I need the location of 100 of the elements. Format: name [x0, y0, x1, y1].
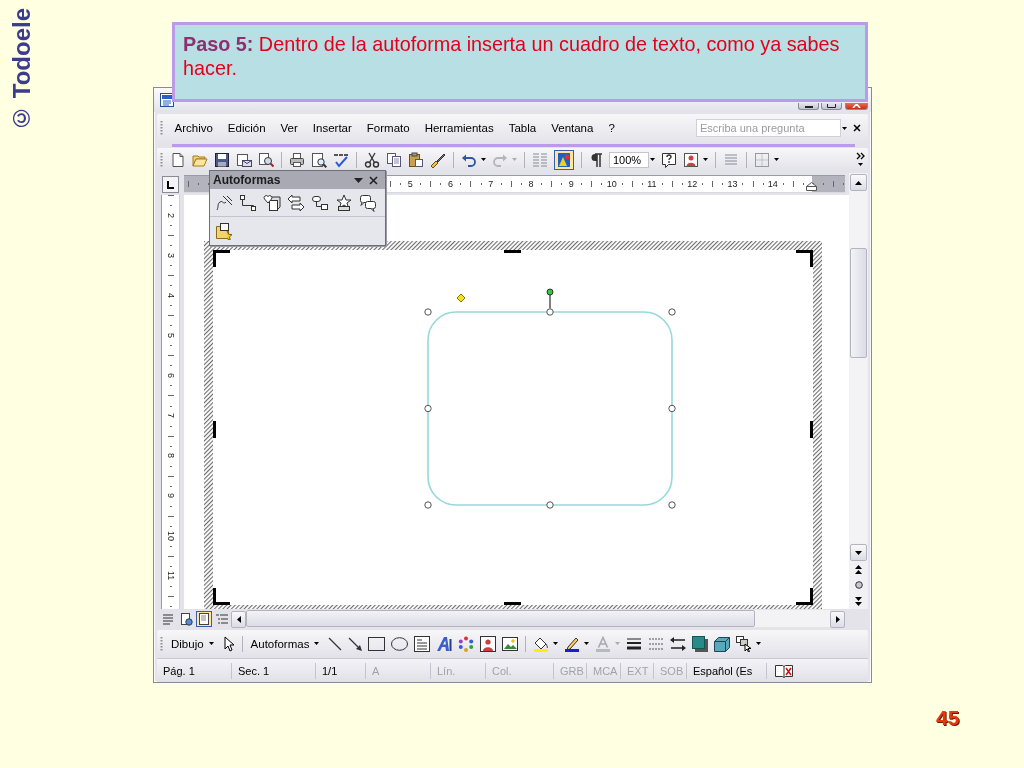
cube-icon[interactable] [714, 635, 731, 652]
help-icon[interactable] [661, 151, 677, 168]
resize-handle-icon[interactable] [424, 404, 432, 413]
shapes-folder-icon[interactable] [215, 221, 233, 240]
scroll-left-button[interactable] [231, 610, 246, 628]
line-icon[interactable] [328, 636, 343, 651]
flowchart-icon[interactable] [311, 193, 329, 212]
circle-icon[interactable] [854, 581, 863, 589]
menu-item[interactable]: Formato [359, 120, 418, 136]
menu-item[interactable]: Archivo [167, 120, 221, 136]
speech-balloons-icon[interactable] [359, 193, 377, 212]
maximize-icon[interactable] [827, 104, 836, 108]
left-arrow-icon[interactable] [236, 615, 241, 623]
scroll-right-button[interactable] [830, 610, 845, 628]
right-arrow-icon[interactable] [835, 615, 840, 623]
caret-icon[interactable] [584, 642, 590, 645]
book-icon[interactable] [775, 663, 793, 678]
draw-menu-button[interactable]: Dibujo [167, 635, 220, 652]
resize-handle-icon[interactable] [546, 308, 554, 316]
magnifier-document-icon[interactable] [258, 151, 274, 168]
document-envelope-icon[interactable] [236, 151, 252, 168]
zoom-field[interactable]: 100% [609, 151, 649, 168]
resize-handle-icon[interactable] [424, 308, 432, 316]
side-handle-icon[interactable] [504, 602, 521, 605]
side-handle-icon[interactable] [213, 421, 216, 438]
landscape-picture-icon[interactable] [502, 635, 519, 652]
menu-item[interactable]: Herramientas [417, 120, 502, 136]
printer-icon[interactable] [289, 151, 305, 168]
corner-handle-icon[interactable] [213, 588, 230, 605]
scissors-icon[interactable] [364, 151, 380, 168]
pilcrow-icon[interactable] [589, 151, 603, 168]
caret-icon[interactable] [314, 642, 320, 645]
help-search-field[interactable]: Escriba una pregunta [696, 119, 841, 137]
scribble-lines-icon[interactable] [215, 193, 233, 212]
connector-icon[interactable] [239, 193, 257, 212]
figure-frame-icon[interactable] [480, 635, 497, 652]
line-style-icon[interactable] [626, 636, 643, 651]
caret-icon[interactable] [774, 158, 779, 161]
page-globe-icon[interactable] [178, 610, 194, 627]
cursor-shapes-icon[interactable] [736, 635, 753, 652]
corner-handle-icon[interactable] [796, 588, 813, 605]
clipboard-icon[interactable] [408, 151, 424, 168]
page-icon[interactable] [196, 610, 212, 627]
close-icon[interactable] [369, 175, 378, 185]
document-app-icon[interactable] [160, 93, 174, 107]
pen-icon[interactable] [564, 635, 581, 652]
pointer-arrow-icon[interactable] [222, 635, 235, 652]
rectangle-icon[interactable] [368, 636, 386, 651]
arrow-icon[interactable] [348, 636, 363, 651]
left-tab-icon[interactable] [162, 175, 179, 193]
resize-handle-icon[interactable] [668, 404, 676, 413]
grip-icon[interactable] [160, 635, 163, 652]
resize-handle-icon[interactable] [424, 501, 432, 509]
caret-icon[interactable] [756, 642, 762, 645]
double-arrow-icon[interactable] [670, 636, 687, 651]
menu-item[interactable]: Ventana [543, 120, 601, 136]
slanted-letter-icon[interactable] [436, 635, 453, 652]
shapes-palette-icon[interactable] [554, 149, 574, 170]
rotate-handle-icon[interactable] [546, 288, 554, 309]
oval-icon[interactable] [391, 636, 409, 651]
double-down-arrow-icon[interactable] [855, 596, 862, 606]
paint-bucket-icon[interactable] [533, 635, 550, 652]
two-pages-icon[interactable] [386, 151, 402, 168]
caret-icon[interactable] [703, 158, 708, 161]
close-button[interactable] [845, 103, 868, 110]
caret-icon[interactable] [208, 642, 214, 645]
down-arrow-icon[interactable] [855, 550, 862, 555]
menu-item[interactable]: Edición [220, 120, 274, 136]
corner-handle-icon[interactable] [213, 250, 230, 267]
check-mark-icon[interactable] [333, 151, 349, 168]
autoshapes-menu-button[interactable]: Autoformas [246, 635, 326, 652]
scrollbar-thumb[interactable] [850, 248, 867, 358]
side-handle-icon[interactable] [810, 421, 813, 438]
side-handle-icon[interactable] [504, 250, 521, 253]
menu-item[interactable]: Insertar [305, 120, 360, 136]
up-arrow-icon[interactable] [855, 180, 862, 185]
caret-icon[interactable] [354, 177, 363, 183]
document-icon[interactable] [170, 151, 186, 168]
menu-item[interactable]: ? [600, 120, 623, 136]
chevron-icon[interactable] [856, 152, 865, 167]
double-up-arrow-icon[interactable] [855, 564, 862, 574]
close-icon[interactable] [853, 124, 861, 132]
shadow-square-icon[interactable] [692, 635, 709, 652]
caret-icon[interactable] [481, 158, 486, 161]
grip-icon[interactable] [160, 151, 163, 168]
heart-cube-icon[interactable] [263, 193, 281, 212]
menu-item[interactable]: Tabla [501, 120, 544, 136]
figure-frame-icon[interactable] [683, 151, 699, 168]
resize-handle-icon[interactable] [668, 501, 676, 509]
caret-icon[interactable] [650, 158, 655, 161]
corner-handle-icon[interactable] [796, 250, 813, 267]
resize-handle-icon[interactable] [546, 501, 554, 509]
adjust-handle-icon[interactable] [456, 293, 466, 303]
text-box-icon[interactable] [414, 635, 431, 652]
scroll-down-button[interactable] [850, 544, 867, 561]
block-arrows-icon[interactable] [287, 193, 305, 212]
grip-icon[interactable] [160, 120, 163, 136]
toolbar-title-bar[interactable]: Autoformas [210, 171, 385, 189]
star-banner-icon[interactable] [335, 193, 353, 212]
minimize-icon[interactable] [804, 106, 813, 108]
